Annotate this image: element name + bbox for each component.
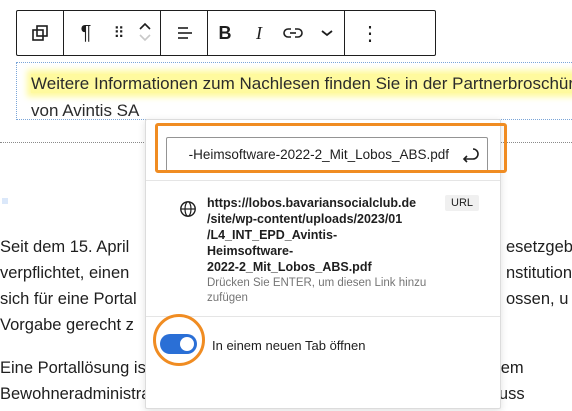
body-fragment-3: ossen, u [506,290,569,308]
paragraph-icon[interactable]: ¶ [64,11,108,55]
selected-paragraph-text[interactable]: Weitere Informationen zum Nachlesen find… [31,70,572,124]
body-line-1: Seit dem 15. April [0,238,130,256]
toolbar-group-align [161,11,208,55]
suggestion-hint: Drücken Sie ENTER, um diesen Link hinzu … [207,277,427,304]
popover-divider [146,180,500,181]
block-transform-icon [32,25,48,41]
bold-button[interactable]: B [208,11,242,55]
block-transform-button[interactable] [17,11,63,55]
align-left-icon [178,27,192,39]
popover-divider [146,316,500,317]
globe-icon [180,201,196,217]
body-line-2: verpflichtet, einen [0,264,130,282]
open-in-new-tab-label[interactable]: In einem neuen Tab öffnen [212,338,365,353]
body-fragment-2: nstitution [506,264,572,282]
open-in-new-tab-toggle[interactable] [160,334,197,354]
move-block-controls [130,11,160,55]
more-formatting-button[interactable] [310,11,344,55]
highlighted-link-text: Weitere Informationen zum Nachlesen find… [31,74,572,93]
body-line-4: Vorgabe gerecht z [0,316,134,334]
move-up-icon[interactable] [138,21,152,33]
move-down-icon[interactable] [138,33,152,45]
toolbar-group-transform [17,11,64,55]
suggestion-url-line: /site/wp-content/uploads/2023/01 [207,212,403,226]
align-button[interactable] [161,11,207,55]
suggestion-url-line: /L4_INT_EPD_Avintis- [207,228,338,242]
block-toolbar: ¶ ⠿ B I ⋮ [16,10,436,56]
toolbar-group-options: ⋮ [345,11,395,55]
toolbar-group-block: ¶ ⠿ [64,11,161,55]
drag-handle-icon[interactable]: ⠿ [108,11,130,55]
toggle-knob [180,337,194,351]
block-indicator [2,198,8,204]
toolbar-group-format: B I [208,11,345,55]
suggestion-url-line: Heimsoftware- [207,244,294,258]
paragraph-line-2: von Avintis SA [31,101,140,120]
chevron-down-icon [321,30,333,37]
body-fragment-1: esetzgeb [506,238,572,256]
url-input-highlight [155,123,507,173]
italic-button[interactable]: I [242,11,276,55]
options-button[interactable]: ⋮ [345,11,395,55]
body-line-3: sich für eine Portal [0,290,137,308]
url-badge: URL [445,195,480,211]
suggestion-url-line: https://lobos.bavariansocialclub.de [207,196,417,210]
suggestion-url-line: 2022-2_Mit_Lobos_ABS.pdf [207,260,372,274]
link-button[interactable] [276,11,310,55]
link-icon [283,28,303,38]
link-suggestion[interactable]: https://lobos.bavariansocialclub.de /sit… [207,195,443,275]
